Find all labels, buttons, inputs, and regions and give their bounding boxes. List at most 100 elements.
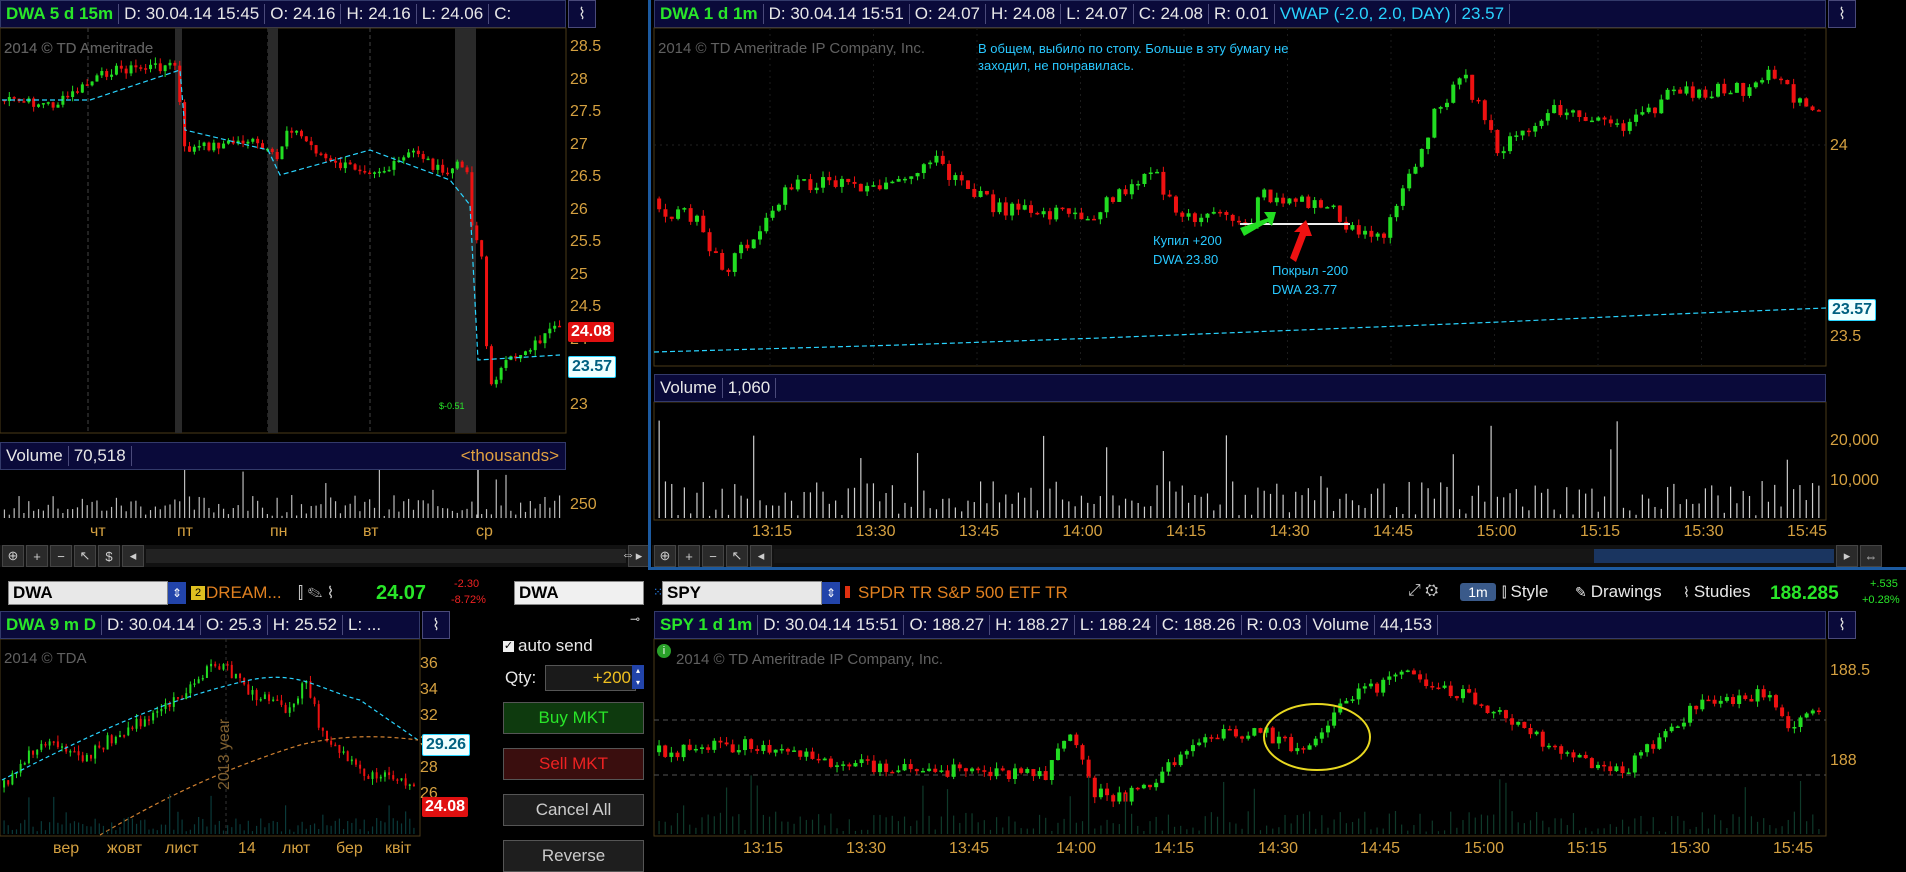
volume-label: Volume [1307,615,1376,635]
candle [1709,96,1714,99]
candle [1041,211,1046,215]
candle [1652,107,1657,114]
crosshair-icon[interactable]: ⊕ [654,545,676,567]
candle [921,164,926,174]
drawings-menu[interactable]: ✎ Drawings [1575,582,1662,602]
crosshair-icon[interactable]: ⊕ [2,545,24,567]
expand-icon[interactable]: ⇔ [621,546,645,566]
chart-symbol[interactable]: DWA 1 d 1m [655,4,764,24]
candle [1318,200,1323,208]
x-tick-label: квіт [385,840,412,857]
candle [94,745,97,759]
chart-settings-icon[interactable]: ⌇ [568,0,596,28]
low-field: L: 188.24 [1075,615,1157,635]
close-field: C: [494,4,512,23]
candle [1522,721,1527,728]
dollar-icon[interactable]: $ [98,545,120,567]
chart-settings-icon[interactable]: ⌇ [1828,611,1856,639]
candle [408,784,411,786]
candle [168,703,171,707]
candle [991,194,996,213]
copyright-text: 2014 © TDA [4,650,87,667]
zoom-in-icon[interactable]: + [26,545,48,567]
candle [902,178,907,181]
interval-button[interactable]: 1m [1460,583,1496,601]
reverse-button[interactable]: Reverse [503,840,644,872]
candle [982,770,987,772]
candle [383,772,386,777]
pin-icon[interactable]: ⊸ [630,612,640,626]
auto-send-checkbox[interactable]: ✓ auto send [503,636,593,656]
candle [795,179,800,190]
chart-symbol[interactable]: SPY 1 d 1m [655,615,759,635]
bottom-left-header-bar: DWA 9 m D D: 30.04.14 O: 25.3 H: 25.52 L… [0,611,420,639]
annotation-note-line1: В общем, выбило по стопу. Больше в эту б… [978,41,1289,56]
x-tick-label: 14:45 [1360,840,1401,857]
top-right-toolbar: ⊕ + − ↖ ◂ ▸ ⇔ [652,545,1882,567]
candle [908,764,913,770]
candle [1495,129,1500,154]
sell-market-button[interactable]: Sell MKT [503,748,644,780]
candle [779,748,784,751]
chart-symbol[interactable]: DWA 5 d 15m [1,4,120,24]
candle [176,697,179,699]
chart-tools-icons[interactable]: ⤢ ⚙ [1408,582,1438,600]
studies-menu[interactable]: ⌇ Studies [1683,582,1751,602]
candle [997,202,1002,213]
zoom-in-icon[interactable]: + [678,545,700,567]
candle [1060,207,1065,210]
scroll-right-icon[interactable]: ▸ [1836,545,1858,567]
scroll-left-icon[interactable]: ◂ [750,545,772,567]
style-menu[interactable]: ⫿ Style [1502,582,1548,602]
candle [222,664,225,670]
expand-icon[interactable]: ⇔ [1860,545,1882,567]
qty-stepper-icon[interactable]: ▴ ▾ [632,665,644,689]
candle [185,693,188,700]
candle [325,730,328,741]
candle [1338,703,1343,713]
horizontal-scrollbar[interactable] [146,549,626,563]
chart-symbol[interactable]: DWA 9 m D [1,615,103,635]
candle [1000,768,1005,771]
qty-input[interactable]: +200 [545,665,636,691]
candle [1638,752,1643,756]
symbol-dropdown-icon[interactable]: ⇕ [168,582,186,604]
candle [920,770,925,773]
candle [1731,697,1736,704]
cancel-all-button[interactable]: Cancel All [503,794,644,826]
horizontal-scrollbar[interactable] [774,549,1834,563]
candle [940,155,945,164]
candle [1804,713,1809,718]
candle [676,209,681,219]
candle [1104,197,1109,213]
scroll-left-icon[interactable]: ◂ [122,545,144,567]
candle [1141,784,1146,789]
candle [1706,699,1711,702]
candle [1621,123,1626,131]
candle [1160,771,1165,783]
candle [742,739,747,751]
pencil-icon: ✎ [1575,583,1587,600]
vwap-study-label[interactable]: VWAP (-2.0, 2.0, DAY) [1275,4,1457,24]
candle [313,697,316,705]
buy-market-button[interactable]: Buy MKT [503,702,644,734]
candle [1454,696,1459,699]
pointer-icon[interactable]: ↖ [74,545,96,567]
candle [1399,671,1404,675]
pointer-icon[interactable]: ↖ [726,545,748,567]
candle [1233,729,1238,737]
zoom-out-icon[interactable]: − [702,545,724,567]
order-symbol-input[interactable]: DWA [514,581,644,605]
symbol-input[interactable]: SPY [662,581,822,605]
date-field: D: 30.04.14 15:45 [119,4,266,24]
candle [1301,748,1306,750]
zoom-out-icon[interactable]: − [50,545,72,567]
chart-settings-icon[interactable]: ⌇ [422,611,450,639]
info-icon[interactable]: i [657,644,671,658]
low-field: L: 24.06 [417,4,490,24]
symbol-dropdown-icon[interactable]: ⇕ [822,582,840,604]
symbol-input[interactable]: DWA [8,581,168,605]
chart-settings-icon[interactable]: ⌇ [1828,0,1856,28]
candle [1614,766,1619,772]
chart-tools-icons[interactable]: ⫿ ✎ ⌇ [298,583,334,603]
